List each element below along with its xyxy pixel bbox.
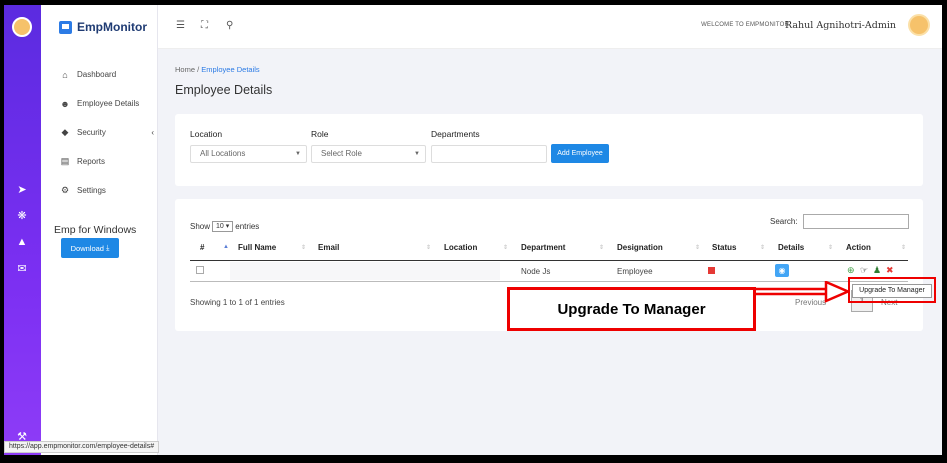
departments-label: Departments (431, 129, 480, 139)
brand-name: EmpMonitor (77, 20, 147, 34)
location-select-value: All Locations (200, 149, 246, 158)
column-header[interactable]: Location (444, 243, 477, 252)
table-header: # ▲ Full Name ⇕ Email ⇕ Location ⇕ Depar… (190, 243, 908, 261)
column-header[interactable]: Action (846, 243, 871, 252)
breadcrumb-current: Employee Details (201, 65, 260, 74)
sort-icon[interactable]: ⇕ (695, 244, 700, 251)
download-label: Download (70, 243, 104, 253)
column-header[interactable]: Details (778, 243, 804, 252)
redacted-cells (230, 262, 500, 280)
fullscreen-icon[interactable]: ⛶ (201, 20, 208, 31)
sidebar-item-settings[interactable]: ⚙ Settings (59, 176, 154, 205)
column-header[interactable]: Status (712, 243, 736, 252)
department-cell: Node Js (521, 267, 551, 276)
annotation-arrow-icon (754, 281, 850, 303)
page-size-select[interactable]: 10 ▾ (212, 221, 234, 232)
caret-down-icon: ▼ (295, 151, 301, 157)
gear-icon: ⚙ (60, 185, 70, 195)
sidebar-item-employee-details[interactable]: ☻ Employee Details (59, 89, 154, 118)
profile-avatar-icon[interactable] (12, 17, 32, 37)
column-header[interactable]: # (200, 243, 204, 252)
column-header[interactable]: Full Name (238, 243, 276, 252)
column-header[interactable]: Designation (617, 243, 663, 252)
role-select[interactable]: Select Role ▼ (311, 145, 426, 163)
sort-asc-icon[interactable]: ▲ (223, 244, 229, 250)
details-button[interactable]: ◉ (775, 264, 789, 277)
showing-info: Showing 1 to 1 of 1 entries (190, 298, 285, 307)
page-size-value: 10 (216, 223, 224, 230)
location-label: Location (190, 129, 223, 139)
breadcrumb-separator: / (197, 65, 200, 74)
sidebar-item-label: Reports (77, 157, 106, 166)
role-select-value: Select Role (321, 149, 362, 158)
sort-icon[interactable]: ⇕ (426, 244, 431, 251)
annotation-callout: Upgrade To Manager (507, 287, 756, 331)
add-employee-button[interactable]: Add Employee (551, 144, 609, 163)
sidebar-item-dashboard[interactable]: ⌂ Dashboard (59, 60, 154, 89)
breadcrumb: Home / Employee Details (175, 65, 260, 74)
designation-cell: Employee (617, 267, 653, 276)
entries-label: entries (235, 222, 260, 231)
activate-icon[interactable]: ⊕ (847, 265, 855, 276)
filter-card: Location All Locations ▼ Role Select Rol… (175, 114, 923, 186)
location-select[interactable]: All Locations ▼ (190, 145, 307, 163)
caret-down-icon: ▼ (414, 151, 420, 157)
sidebar-item-label: Dashboard (77, 70, 117, 79)
upgrade-tooltip: Upgrade To Manager (852, 284, 932, 298)
shield-icon: ◆ (61, 127, 69, 137)
departments-input[interactable] (431, 145, 547, 163)
search-label: Search: (770, 217, 798, 226)
left-rail: ➤ ❋ ▲ ✉ ⚒ (4, 5, 41, 455)
row-checkbox[interactable] (196, 266, 204, 274)
brand-logo-icon (59, 20, 72, 34)
chat-icon[interactable]: ✉ (14, 261, 30, 277)
sort-icon[interactable]: ⇕ (301, 244, 306, 251)
welcome-text: WELCOME TO EMPMONITOR (701, 22, 789, 28)
show-label: Show (190, 222, 211, 231)
sidebar-item-label: Employee Details (77, 99, 140, 108)
hand-pointer-icon[interactable]: ☞ (860, 265, 868, 276)
sort-icon[interactable]: ⇕ (503, 244, 508, 251)
sidebar-item-label: Security (77, 128, 106, 137)
sidebar-nav: ⌂ Dashboard ☻ Employee Details ◆ Securit… (59, 60, 154, 205)
role-label: Role (311, 129, 329, 139)
column-header[interactable]: Email (318, 243, 339, 252)
page-size-control: Show 10 ▾ entries (190, 221, 259, 232)
breadcrumb-home[interactable]: Home (175, 65, 195, 74)
emp-for-windows-label: Emp for Windows (54, 224, 137, 236)
rocket-icon[interactable]: ➤ (14, 182, 30, 198)
download-icon: ⤓ (106, 243, 110, 252)
browser-status-url: https://app.empmonitor.com/employee-deta… (4, 441, 160, 453)
monitor-icon[interactable]: ▲ (14, 234, 30, 250)
sidebar: EmpMonitor ⌂ Dashboard ☻ Employee Detail… (41, 5, 158, 455)
page-title: Employee Details (175, 83, 273, 97)
sidebar-item-label: Settings (77, 186, 106, 195)
status-indicator (708, 267, 715, 274)
sidebar-item-reports[interactable]: ▤ Reports (59, 147, 154, 176)
sidebar-item-security[interactable]: ◆ Security ‹ (59, 118, 154, 147)
sort-icon[interactable]: ⇕ (599, 244, 604, 251)
upgrade-user-icon[interactable]: ♟ (873, 265, 881, 276)
column-header[interactable]: Department (521, 243, 565, 252)
download-button[interactable]: Download ⤓ (61, 238, 119, 258)
help-icon[interactable]: ❋ (14, 208, 30, 224)
search-input[interactable] (803, 214, 909, 229)
user-name[interactable]: Rahul Agnihotri-Admin (785, 20, 896, 31)
table-row: Node Js Employee ◉ ⊕ ☞ ♟ ✖ (190, 261, 908, 282)
users-icon: ☻ (60, 98, 70, 109)
app-window: ➤ ❋ ▲ ✉ ⚒ EmpMonitor ⌂ Dashboard ☻ Emplo… (4, 5, 942, 455)
report-icon: ▤ (60, 156, 70, 166)
brand[interactable]: EmpMonitor (59, 20, 147, 34)
chevron-left-icon: ‹ (151, 128, 154, 137)
topbar: ☰ ⛶ ⚲ WELCOME TO EMPMONITOR Rahul Agniho… (158, 5, 942, 49)
sort-icon[interactable]: ⇕ (828, 244, 833, 251)
sort-icon[interactable]: ⇕ (760, 244, 765, 251)
user-avatar[interactable] (908, 14, 930, 36)
search-icon[interactable]: ⚲ (226, 20, 233, 31)
menu-icon[interactable]: ☰ (176, 20, 185, 31)
trash-icon[interactable]: ✖ (886, 265, 894, 276)
home-icon: ⌂ (62, 69, 68, 80)
sort-icon[interactable]: ⇕ (901, 244, 906, 251)
